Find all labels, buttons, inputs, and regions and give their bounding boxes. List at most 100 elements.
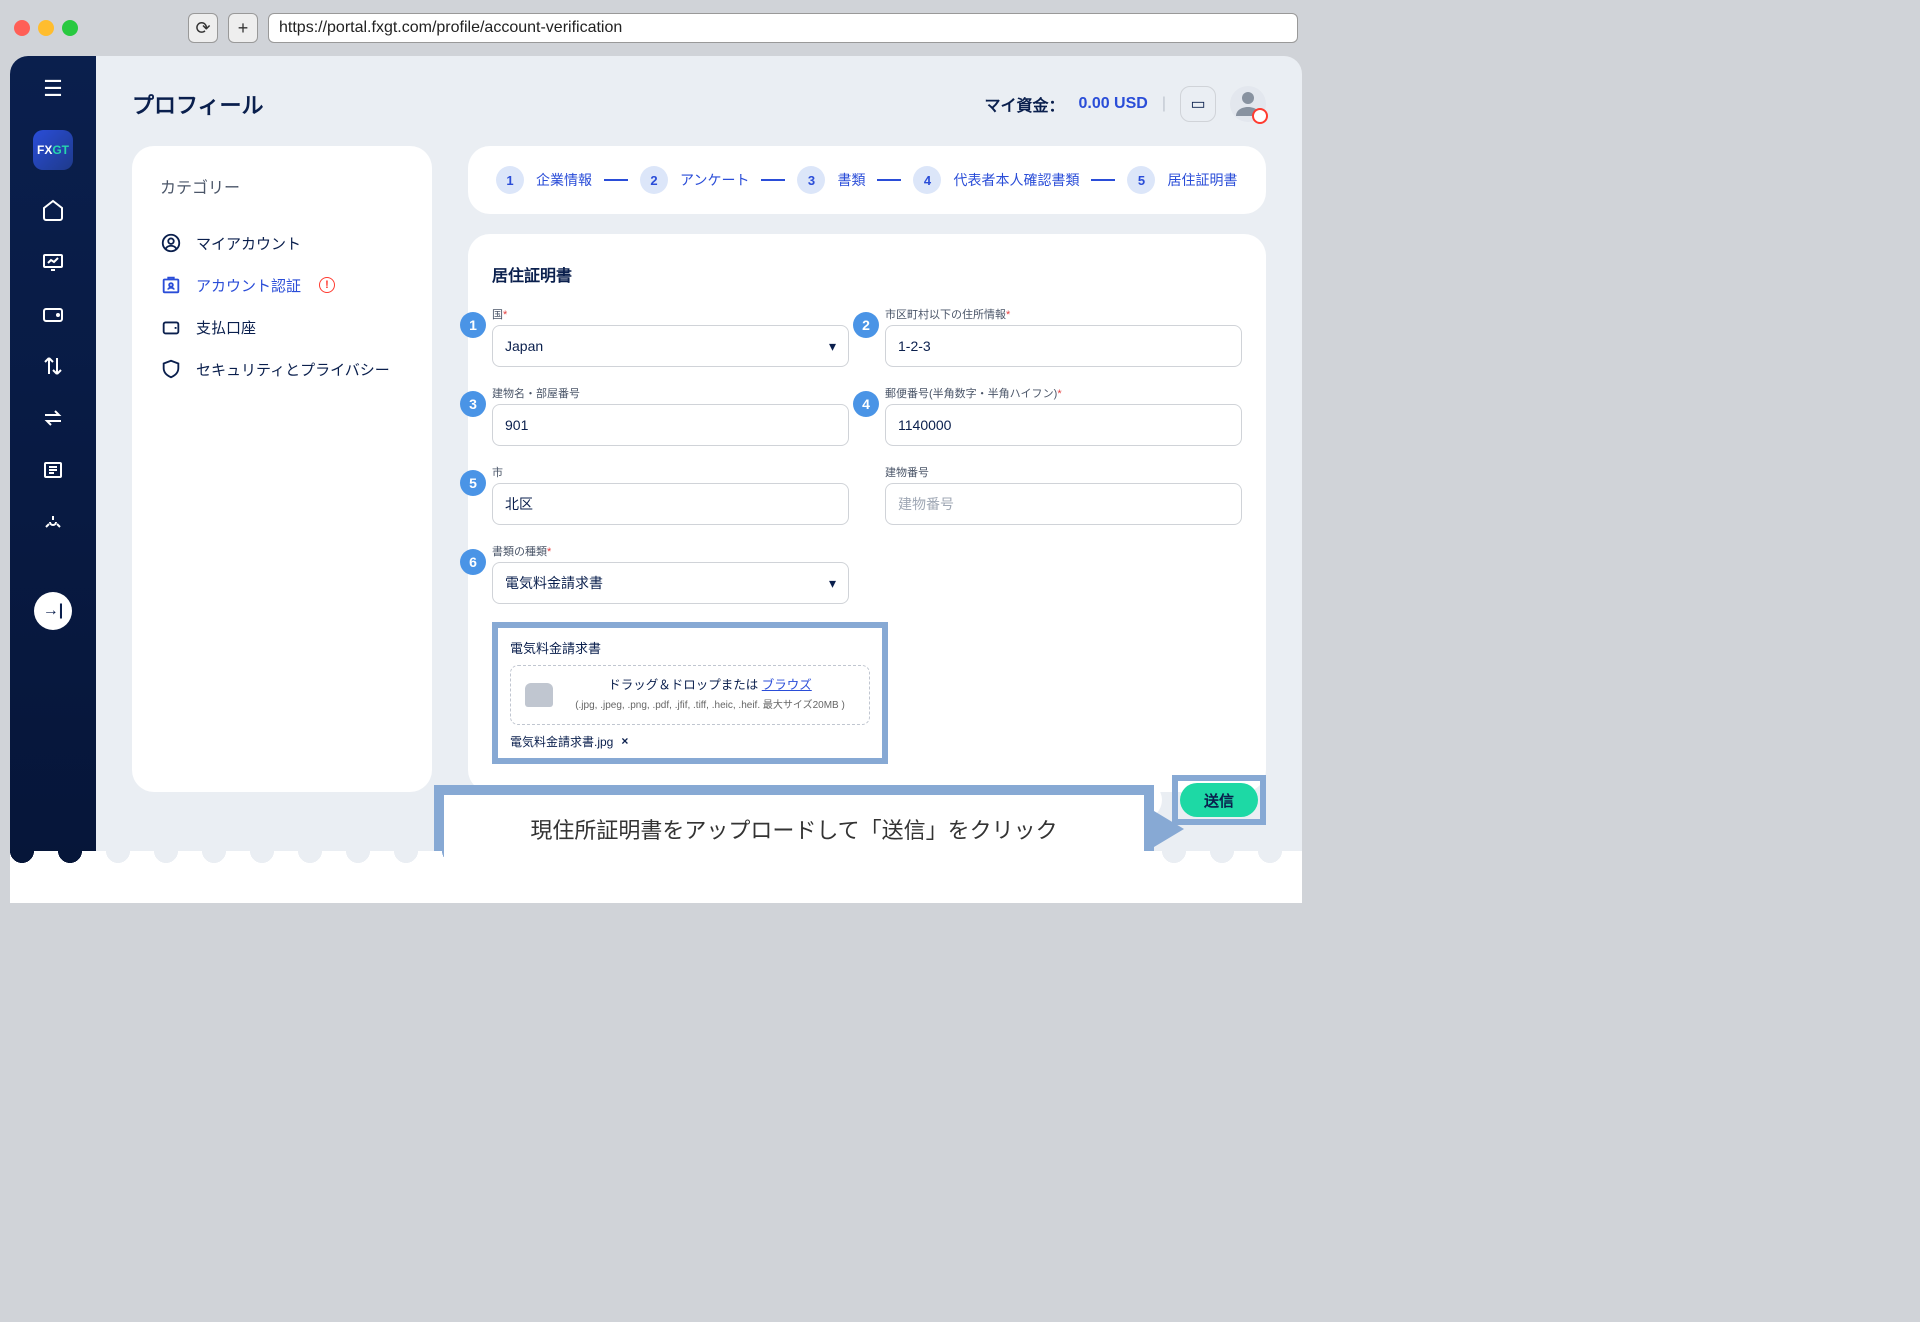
field-badge: 4: [853, 391, 879, 417]
step-number: 3: [797, 166, 825, 194]
partners-icon[interactable]: [41, 510, 65, 534]
field-value: 901: [505, 417, 528, 433]
url-bar[interactable]: https://portal.fxgt.com/profile/account-…: [268, 13, 1298, 43]
field-label: 建物名・部屋番号: [492, 385, 849, 401]
doc-type-select[interactable]: 電気料金請求書▾: [492, 562, 849, 604]
avatar[interactable]: [1230, 86, 1266, 122]
step-number: 1: [496, 166, 524, 194]
field-label: 建物番号: [885, 464, 1242, 480]
dropzone[interactable]: ドラッグ＆ドロップまたは ブラウズ (.jpg, .jpeg, .png, .p…: [510, 665, 870, 725]
cloud-upload-icon: [525, 683, 553, 707]
logo[interactable]: FXGT: [33, 130, 73, 170]
step-label[interactable]: アンケート: [680, 170, 749, 190]
home-icon[interactable]: [41, 198, 65, 222]
logo-fx: FX: [37, 143, 52, 157]
user-circle-icon: [160, 232, 182, 254]
app-container: ☰ FXGT →| プロフィール マイ資金： 0.00 USD | ▭ カテゴリ…: [10, 56, 1302, 903]
category-item-my-account[interactable]: マイアカウント: [160, 222, 404, 264]
submit-highlight: 送信: [1172, 775, 1266, 825]
address-input[interactable]: 1-2-3: [885, 325, 1242, 367]
chart-icon[interactable]: [41, 250, 65, 274]
category-title: カテゴリー: [160, 174, 404, 198]
step-label[interactable]: 企業情報: [536, 170, 592, 190]
id-card-icon: [160, 274, 182, 296]
field-address: 2 市区町村以下の住所情報* 1-2-3: [885, 306, 1242, 367]
form-grid: 1 国* Japan▾ 2 市区町村以下の住所情報* 1-2-3 3 建物名・部…: [492, 306, 1242, 604]
field-label: 市: [492, 464, 849, 480]
step-number: 5: [1127, 166, 1155, 194]
step-separator-icon: [877, 179, 901, 181]
wallet-small-icon: [160, 316, 182, 338]
content-row: カテゴリー マイアカウント アカウント認証 ! 支払口座 セキュリティとプライバ…: [132, 146, 1266, 792]
postal-input[interactable]: 1140000: [885, 404, 1242, 446]
building-no-input[interactable]: 建物番号: [885, 483, 1242, 525]
category-item-payment-account[interactable]: 支払口座: [160, 306, 404, 348]
category-item-account-verification[interactable]: アカウント認証 !: [160, 264, 404, 306]
right-column: 1 企業情報 2 アンケート 3 書類 4 代表者本人確認書類 5 居住証明書: [468, 146, 1266, 792]
field-label: 郵便番号(半角数字・半角ハイフン)*: [885, 385, 1242, 401]
uploaded-file: 電気料金請求書.jpg ×: [510, 733, 870, 750]
ticket-icon[interactable]: ▭: [1180, 86, 1216, 122]
field-doc-type: 6 書類の種類* 電気料金請求書▾: [492, 543, 849, 604]
uploaded-file-name: 電気料金請求書.jpg: [510, 733, 613, 750]
city-input[interactable]: 北区: [492, 483, 849, 525]
close-window-icon[interactable]: [14, 20, 30, 36]
field-badge: 5: [460, 470, 486, 496]
field-placeholder: 建物番号: [898, 494, 954, 514]
upload-section: 電気料金請求書 ドラッグ＆ドロップまたは ブラウズ (.jpg, .jpeg, …: [492, 622, 888, 764]
field-label: 書類の種類*: [492, 543, 849, 559]
submit-button[interactable]: 送信: [1180, 783, 1258, 817]
field-badge: 3: [460, 391, 486, 417]
alert-icon: !: [319, 277, 335, 293]
step-number: 2: [640, 166, 668, 194]
field-building-room: 3 建物名・部屋番号 901: [492, 385, 849, 446]
upload-hint: (.jpg, .jpeg, .png, .pdf, .jfif, .tiff, …: [575, 700, 845, 711]
step-separator-icon: [761, 179, 785, 181]
collapse-sidebar-button[interactable]: →|: [34, 592, 72, 630]
building-room-input[interactable]: 901: [492, 404, 849, 446]
chevron-down-icon: ▾: [829, 338, 836, 355]
upload-title: 電気料金請求書: [510, 638, 870, 657]
list-icon[interactable]: [41, 458, 65, 482]
step-separator-icon: [1091, 179, 1115, 181]
field-building-no: 建物番号 建物番号: [885, 464, 1242, 525]
maximize-window-icon[interactable]: [62, 20, 78, 36]
exchange-icon[interactable]: [41, 406, 65, 430]
funds-value: 0.00 USD: [1078, 95, 1147, 113]
section-title: 居住証明書: [492, 262, 1242, 286]
dropzone-text: ドラッグ＆ドロップまたは ブラウズ (.jpg, .jpeg, .png, .p…: [565, 676, 855, 714]
field-city: 5 市 北区: [492, 464, 849, 525]
new-tab-button[interactable]: +: [228, 13, 258, 43]
transfer-icon[interactable]: [41, 354, 65, 378]
funds-label: マイ資金：: [984, 92, 1064, 116]
step-label[interactable]: 居住証明書: [1167, 170, 1237, 190]
logo-gt: GT: [52, 143, 69, 157]
browser-chrome: ⟳ + https://portal.fxgt.com/profile/acco…: [0, 0, 1312, 56]
shield-icon: [160, 358, 182, 380]
field-label: 国*: [492, 306, 849, 322]
field-value: 1140000: [898, 417, 951, 433]
wallet-icon[interactable]: [41, 302, 65, 326]
field-label: 市区町村以下の住所情報*: [885, 306, 1242, 322]
minimize-window-icon[interactable]: [38, 20, 54, 36]
category-item-label: 支払口座: [196, 317, 256, 338]
chevron-down-icon: ▾: [829, 575, 836, 592]
field-badge: 2: [853, 312, 879, 338]
steps-card: 1 企業情報 2 アンケート 3 書類 4 代表者本人確認書類 5 居住証明書: [468, 146, 1266, 214]
browse-link[interactable]: ブラウズ: [762, 678, 812, 692]
remove-file-button[interactable]: ×: [621, 734, 628, 748]
reload-button[interactable]: ⟳: [188, 13, 218, 43]
category-item-security[interactable]: セキュリティとプライバシー: [160, 348, 404, 390]
step-label[interactable]: 書類: [837, 170, 865, 190]
page-title: プロフィール: [132, 88, 264, 120]
field-postal: 4 郵便番号(半角数字・半角ハイフン)* 1140000: [885, 385, 1242, 446]
menu-icon[interactable]: ☰: [43, 76, 63, 102]
header-right: マイ資金： 0.00 USD | ▭: [984, 86, 1266, 122]
step-number: 4: [913, 166, 941, 194]
step-label[interactable]: 代表者本人確認書類: [953, 170, 1079, 190]
field-badge: 6: [460, 549, 486, 575]
country-select[interactable]: Japan▾: [492, 325, 849, 367]
field-value: 北区: [505, 494, 533, 514]
main-content: プロフィール マイ資金： 0.00 USD | ▭ カテゴリー マイアカウント …: [96, 56, 1302, 903]
step-separator-icon: [604, 179, 628, 181]
